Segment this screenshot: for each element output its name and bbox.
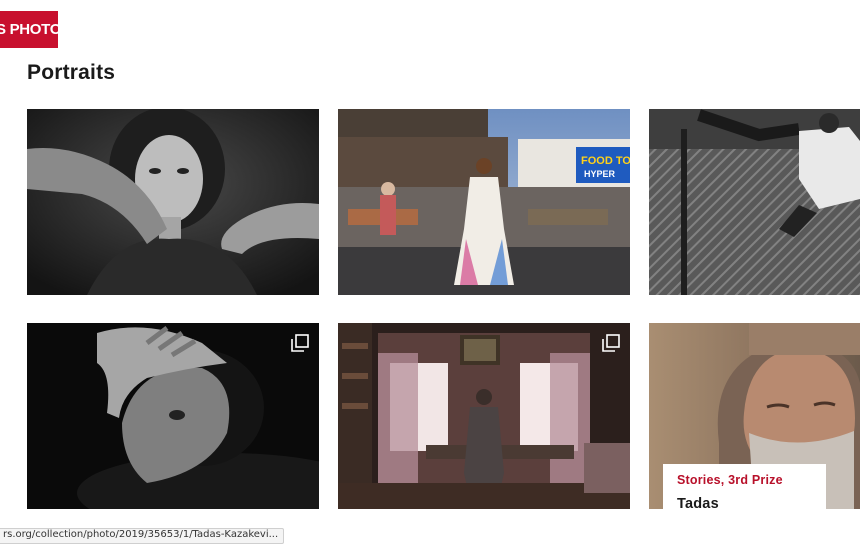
photo-tile-2[interactable]: FOOD TOWN HYPER xyxy=(338,109,630,295)
photo-caption-card[interactable]: Stories, 3rd Prize Tadas Kazakevičius xyxy=(663,464,826,509)
photo-woman-hands-shoulders xyxy=(27,109,319,295)
photo-tile-1[interactable] xyxy=(27,109,319,295)
multiple-photos-icon xyxy=(291,334,309,352)
photo-woman-window-room xyxy=(338,323,630,509)
status-bar-url: rs.org/collection/photo/2019/35653/1/Tad… xyxy=(0,528,284,544)
multiple-photos-icon xyxy=(602,334,620,352)
photo-tile-5[interactable] xyxy=(338,323,630,509)
photo-woman-white-dress-market: FOOD TOWN HYPER xyxy=(338,109,630,295)
brand-logo[interactable]: S PHOTO xyxy=(0,11,58,48)
photo-dancer-fence xyxy=(649,109,860,295)
sign-hyper: HYPER xyxy=(584,169,616,179)
photo-tile-6[interactable]: Stories, 3rd Prize Tadas Kazakevičius xyxy=(649,323,860,509)
photo-tile-4[interactable] xyxy=(27,323,319,509)
photo-boy-hand-on-head xyxy=(27,323,319,509)
caption-photographer-name: Tadas Kazakevičius xyxy=(677,496,719,509)
section-title: Portraits xyxy=(27,61,116,84)
brand-logo-text: S PHOTO xyxy=(0,21,58,38)
caption-category: Stories, 3rd Prize xyxy=(677,473,783,487)
sign-food-town: FOOD TOWN xyxy=(581,155,630,167)
photo-tile-3[interactable] xyxy=(649,109,860,295)
